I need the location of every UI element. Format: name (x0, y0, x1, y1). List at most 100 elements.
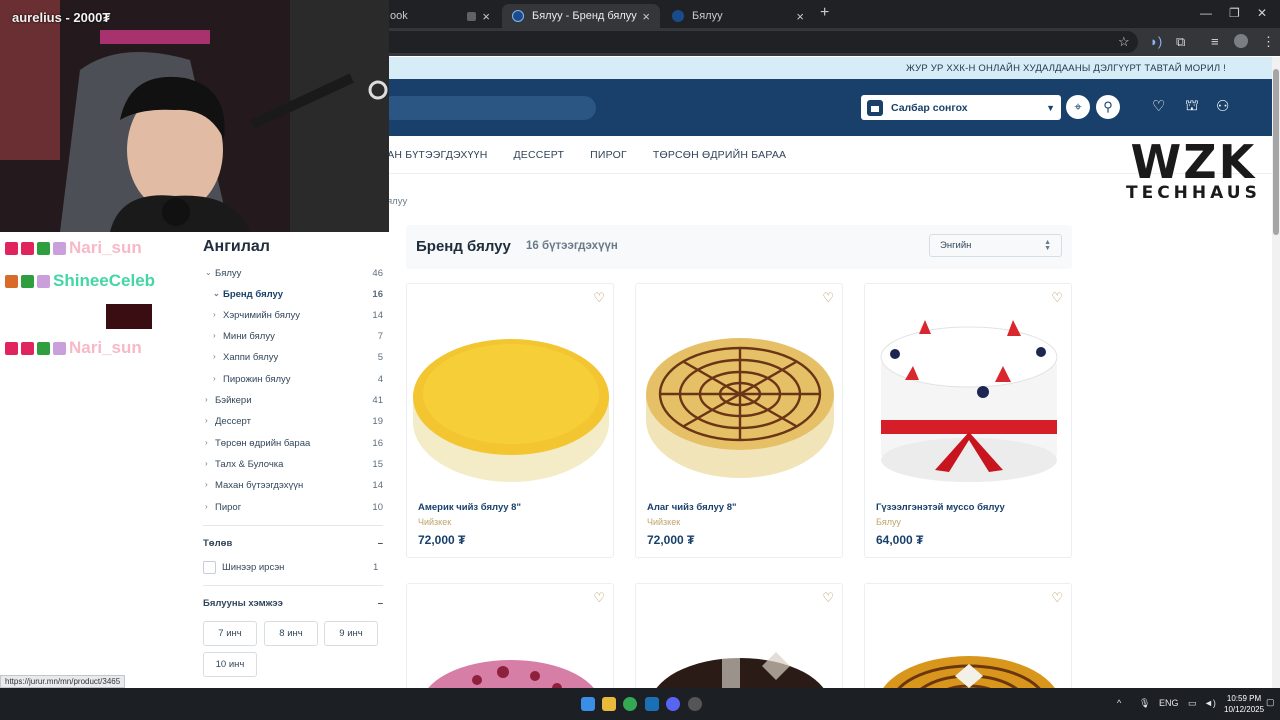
product-card[interactable]: ♡ Гүзээлгэнэтэй муссо бялуу Бялуу 64,000… (864, 283, 1072, 558)
close-icon[interactable]: × (796, 9, 804, 24)
nav-item-meat[interactable]: ХАН БҮТЭЭГДЭХҮҮН (380, 149, 488, 161)
strawberry-mousse-cake-image (880, 320, 1058, 482)
nav-item-pirog[interactable]: ПИРОГ (590, 149, 627, 161)
extensions-icon[interactable]: ⧉ (1176, 34, 1185, 50)
category-count: 4 (377, 374, 383, 385)
size-option-9[interactable]: 9 инч (324, 621, 378, 646)
playlist-icon[interactable]: ≡ (1211, 34, 1219, 49)
sort-select[interactable]: Энгийн ▲ ▼ (929, 234, 1062, 257)
category-item[interactable]: › Дессерт 19 (205, 416, 383, 427)
search-input[interactable] (380, 96, 596, 120)
category-label: Хэрчимийн бялуу (223, 310, 300, 321)
steam-icon[interactable] (645, 697, 659, 711)
category-count: 19 (372, 416, 383, 427)
cake-cart-icon[interactable]: ⛫ (1185, 97, 1199, 116)
first-badge-icon (37, 341, 50, 355)
product-card[interactable]: ♡ Алаг чийз бялуу 8" Чийзкек 72,000 ₮ (635, 283, 843, 558)
window-close-icon[interactable]: ✕ (1257, 6, 1267, 20)
scrollbar-thumb[interactable] (1273, 69, 1279, 235)
breadcrumb[interactable]: ялуу (387, 196, 407, 207)
chevron-right-icon[interactable]: › (205, 438, 215, 449)
category-item[interactable]: › Талх & Булочка 15 (205, 459, 383, 470)
chevron-right-icon[interactable]: › (205, 416, 215, 427)
menu-kebab-icon[interactable]: ⋮ (1262, 34, 1275, 50)
category-item[interactable]: › Төрсөн өдрийн бараа 16 (205, 438, 383, 449)
collapse-icon[interactable]: – (378, 538, 383, 549)
map-pin-icon[interactable]: ⚲ (1096, 95, 1120, 119)
read-aloud-icon[interactable]: ◗) (1150, 34, 1162, 49)
profile-avatar-icon[interactable] (1234, 34, 1248, 48)
product-card[interactable]: ♡ (406, 583, 614, 720)
user-account-icon[interactable]: ⚇ (1216, 97, 1229, 115)
microphone-icon[interactable]: 🎙 (1139, 698, 1150, 709)
product-name[interactable]: Алаг чийз бялуу 8" (647, 502, 737, 513)
close-icon[interactable]: × (482, 9, 490, 24)
chevron-right-icon[interactable]: › (205, 395, 215, 406)
browser-tab[interactable]: Бялуу × (662, 4, 814, 28)
first-badge-icon (37, 241, 50, 255)
nav-item-birthday[interactable]: ТӨРСӨН ӨДРИЙН БАРАА (653, 149, 786, 161)
close-icon[interactable]: × (642, 9, 650, 24)
file-explorer-icon[interactable] (602, 697, 616, 711)
size-option-8[interactable]: 8 инч (264, 621, 318, 646)
collapse-icon[interactable]: – (378, 598, 383, 609)
nav-item-dessert[interactable]: ДЕССЕРТ (514, 149, 565, 161)
discord-icon[interactable] (666, 697, 680, 711)
chevron-right-icon[interactable]: › (213, 331, 223, 342)
locate-icon[interactable]: ⌖ (1066, 95, 1090, 119)
branch-select[interactable]: Салбар сонгох ▼ (861, 95, 1061, 120)
page-scrollbar[interactable] (1272, 57, 1280, 688)
chevron-right-icon[interactable]: › (213, 352, 223, 363)
wishlist-heart-icon[interactable]: ♡ (1152, 97, 1165, 115)
category-count: 15 (372, 459, 383, 470)
product-name[interactable]: Гүзээлгэнэтэй муссо бялуу (876, 502, 1005, 513)
filter-status-header[interactable]: Төлөв – (203, 538, 383, 549)
category-item[interactable]: › Хэрчимийн бялуу 14 (213, 310, 383, 321)
category-item[interactable]: › Хаппи бялуу 5 (213, 352, 383, 363)
chevron-right-icon[interactable]: › (205, 480, 215, 491)
minimize-icon[interactable]: — (1200, 6, 1212, 20)
notification-icon[interactable]: ▢ (1266, 697, 1275, 708)
category-item[interactable]: › Пирог 10 (205, 502, 383, 513)
product-name[interactable]: Америк чийз бялуу 8" (418, 502, 521, 513)
category-item[interactable]: › Мини бялуу 7 (213, 331, 383, 342)
network-icon[interactable]: ▭ (1188, 698, 1197, 709)
product-card[interactable]: ♡ (864, 583, 1072, 720)
chat-emote-image (106, 304, 152, 329)
chevron-right-icon[interactable]: › (213, 374, 223, 385)
start-icon[interactable] (581, 697, 595, 711)
category-label: Хаппи бялуу (223, 352, 279, 363)
size-option-7[interactable]: 7 инч (203, 621, 257, 646)
sidebar-title: Ангилал (203, 238, 270, 255)
restore-icon[interactable]: ❐ (1229, 6, 1240, 20)
new-tab-button[interactable]: + (820, 4, 829, 22)
category-label: Мини бялуу (223, 331, 275, 342)
new-arrival-checkbox[interactable] (203, 561, 216, 574)
filter-size-header[interactable]: Бялууны хэмжээ – (203, 598, 383, 609)
screen: ook × Бялуу - Бренд бялуу × Бялуу × + — … (0, 0, 1280, 720)
size-option-10[interactable]: 10 инч (203, 652, 257, 677)
product-card[interactable]: ♡ Америк чийз бялуу 8" Чийзкек 72,000 ₮ (406, 283, 614, 558)
chevron-down-icon: ▼ (1046, 102, 1055, 113)
category-item[interactable]: ⌄ Бялуу 46 (205, 268, 383, 279)
browser-tab[interactable]: ook × (380, 4, 500, 28)
chevron-down-icon[interactable]: ⌄ (205, 268, 215, 279)
language-indicator[interactable]: ENG (1159, 698, 1179, 708)
chevron-right-icon[interactable]: › (205, 459, 215, 470)
chevron-right-icon[interactable]: › (205, 502, 215, 513)
logo-text-big: WZK (1130, 135, 1257, 189)
chevron-right-icon[interactable]: › (213, 310, 223, 321)
chevron-down-icon[interactable]: ⌄ (213, 289, 223, 300)
obs-icon[interactable] (688, 697, 702, 711)
volume-icon[interactable]: ◄) (1204, 698, 1216, 708)
product-card[interactable]: ♡ (635, 583, 843, 720)
category-item[interactable]: ⌄ Бренд бялуу 16 (213, 289, 383, 300)
tray-chevron-up-icon[interactable]: ^ (1117, 698, 1121, 708)
taskbar-clock[interactable]: 10:59 PM 10/12/2025 (1224, 693, 1264, 715)
bookmark-star-icon[interactable]: ☆ (1118, 34, 1130, 50)
category-item[interactable]: › Бэйкери 41 (205, 395, 383, 406)
category-item[interactable]: › Махан бүтээгдэхүүн 14 (205, 480, 383, 491)
chrome-icon[interactable] (623, 697, 637, 711)
category-item[interactable]: › Пирожин бялуу 4 (213, 374, 383, 385)
browser-tab-active[interactable]: Бялуу - Бренд бялуу × (502, 4, 660, 28)
